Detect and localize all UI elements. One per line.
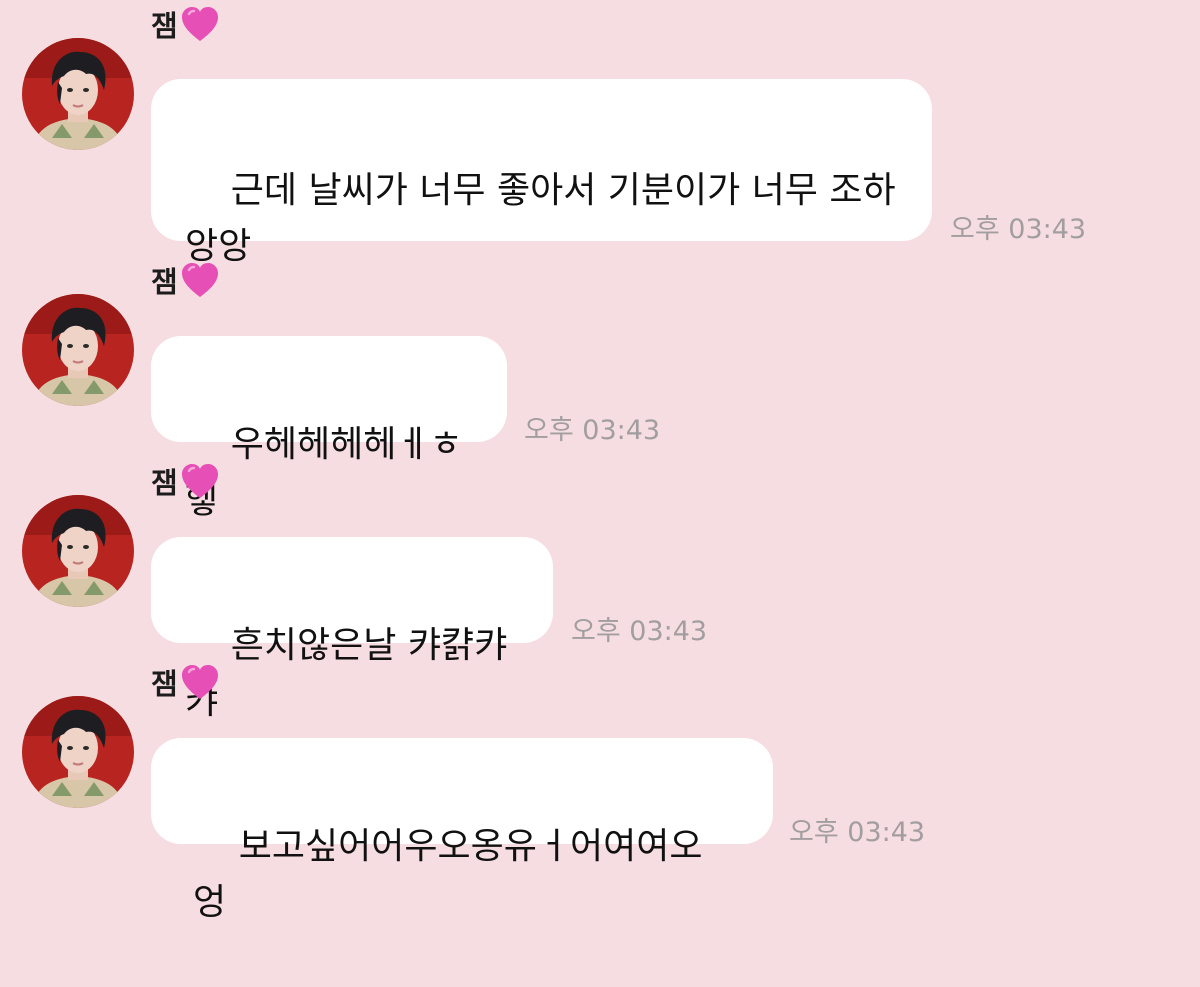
sender-name: 잼 <box>151 265 178 299</box>
avatar[interactable] <box>22 495 134 607</box>
avatar[interactable] <box>22 294 134 406</box>
message-bubble[interactable]: 근데 날씨가 너무 좋아서 기분이가 너무 조하 앙앙 <box>151 79 932 267</box>
message-text: 보고싶어어우오옹유ㅓ어여여오엉 <box>193 826 703 923</box>
avatar[interactable] <box>22 696 134 808</box>
message-timestamp: 오후 03:43 <box>950 214 1087 245</box>
message-timestamp: 오후 03:43 <box>524 415 661 446</box>
sender-header: 잼 <box>151 660 220 704</box>
pink-heart-icon <box>180 462 220 500</box>
message-text: 흔치않은날 캬캵캬캬 <box>185 625 508 722</box>
sender-header: 잼 <box>151 258 220 302</box>
message-text: 근데 날씨가 너무 좋아서 기분이가 너무 조하 앙앙 <box>185 170 896 267</box>
pink-heart-icon <box>180 5 220 43</box>
sender-header: 잼 <box>151 459 220 503</box>
message-text: 우헤헤헤헤ㅔㅎ헿 <box>185 424 463 521</box>
message-timestamp: 오후 03:43 <box>789 817 926 848</box>
sender-name: 잼 <box>151 9 178 43</box>
sender-name: 잼 <box>151 466 178 500</box>
sender-name: 잼 <box>151 667 178 701</box>
message-bubble[interactable]: 보고싶어어우오옹유ㅓ어여여오엉 <box>151 738 773 923</box>
avatar[interactable] <box>22 38 134 150</box>
pink-heart-icon <box>180 261 220 299</box>
message-bubble[interactable]: 우헤헤헤헤ㅔㅎ헿 <box>151 336 507 521</box>
message-bubble[interactable]: 흔치않은날 캬캵캬캬 <box>151 537 553 722</box>
pink-heart-icon <box>180 663 220 701</box>
sender-header: 잼 <box>151 2 220 46</box>
message-timestamp: 오후 03:43 <box>571 616 708 647</box>
